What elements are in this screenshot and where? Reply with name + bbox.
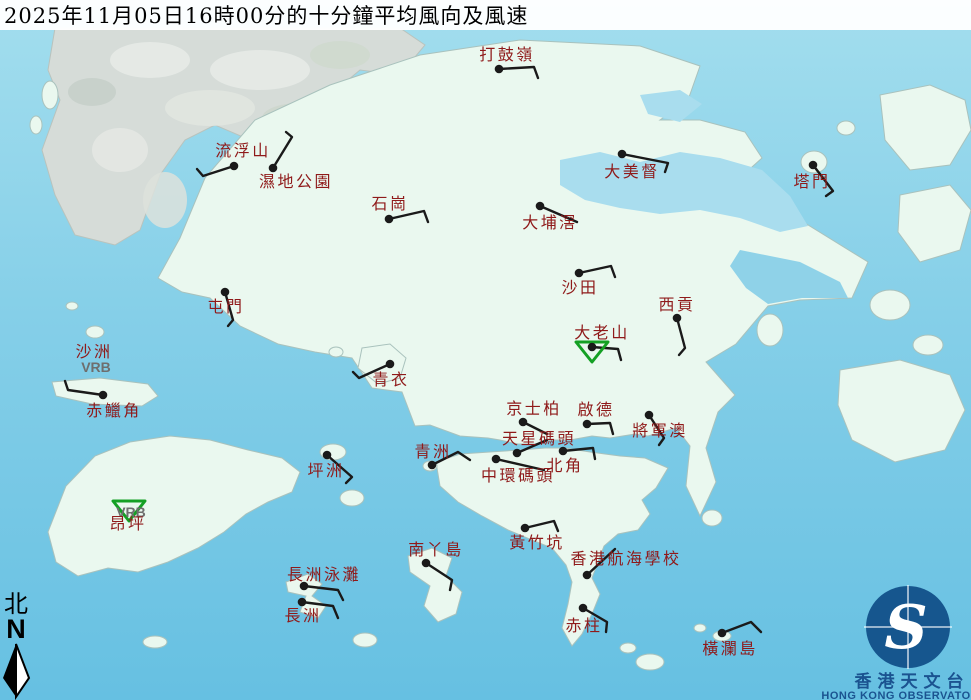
map-title: 2025年11月05日16時00分的十分鐘平均風向及風速 <box>0 0 528 30</box>
station-dot[interactable] <box>536 202 545 211</box>
station-dot[interactable] <box>99 391 108 400</box>
station-dot[interactable] <box>519 418 528 427</box>
station-dot[interactable] <box>583 571 592 580</box>
title-bar: 2025年11月05日16時00分的十分鐘平均風向及風速 <box>0 0 971 30</box>
hko-logo-en: HONG KONG OBSERVATORY <box>821 690 971 700</box>
station-name-label[interactable]: 濕地公園 <box>259 172 333 191</box>
station-dot[interactable] <box>230 162 239 171</box>
station-dot[interactable] <box>495 65 504 74</box>
station-name-label[interactable]: 塔門 <box>793 172 830 191</box>
station-name-label[interactable]: 沙洲 <box>75 342 112 361</box>
station-name-label[interactable]: 西貢 <box>658 295 695 314</box>
hko-logo-swirl-icon: S <box>884 593 927 663</box>
station-name-label[interactable]: 香港航海學校 <box>570 549 681 568</box>
station-name-label[interactable]: 流浮山 <box>215 141 271 160</box>
station-沙洲[interactable]: VRB沙洲 <box>75 342 112 375</box>
station-dot[interactable] <box>718 629 727 638</box>
station-name-label[interactable]: 赤鱲角 <box>86 401 142 420</box>
island <box>42 81 58 109</box>
north-compass: 北 N <box>3 590 29 697</box>
station-name-label[interactable]: 京士柏 <box>506 399 562 418</box>
station-昂坪[interactable]: VRB昂坪 <box>109 501 146 533</box>
station-name-label[interactable]: 天星碼頭 <box>502 429 576 448</box>
station-name-label[interactable]: 南丫島 <box>408 540 464 559</box>
station-name-label[interactable]: 大老山 <box>574 323 630 342</box>
station-dot[interactable] <box>269 164 278 173</box>
station-name-label[interactable]: 打鼓嶺 <box>479 45 535 64</box>
station-dot[interactable] <box>579 604 588 613</box>
station-name-label[interactable]: 中環碼頭 <box>481 466 555 485</box>
station-name-label[interactable]: 青洲 <box>414 442 451 461</box>
station-name-label[interactable]: 屯門 <box>207 297 244 316</box>
station-dot[interactable] <box>385 215 394 224</box>
station-dot[interactable] <box>809 161 818 170</box>
station-dot[interactable] <box>513 449 522 458</box>
station-name-label[interactable]: 大美督 <box>604 162 660 181</box>
station-name-label[interactable]: 黃竹坑 <box>509 533 565 552</box>
station-dot[interactable] <box>492 455 501 464</box>
station-dot[interactable] <box>588 343 597 352</box>
station-dot[interactable] <box>422 559 431 568</box>
station-dot[interactable] <box>618 150 627 159</box>
station-dot[interactable] <box>221 288 230 297</box>
station-name-label[interactable]: 沙田 <box>561 278 598 297</box>
station-dot[interactable] <box>645 411 654 420</box>
vrb-label: VRB <box>81 359 111 375</box>
station-name-label[interactable]: 長洲泳灘 <box>287 565 361 584</box>
station-dot[interactable] <box>298 598 307 607</box>
station-name-label[interactable]: 啟德 <box>577 400 614 419</box>
station-name-label[interactable]: 石崗 <box>371 194 408 213</box>
station-dot[interactable] <box>559 447 568 456</box>
station-name-label[interactable]: 橫瀾島 <box>702 639 758 658</box>
station-dot[interactable] <box>323 451 332 460</box>
station-name-label[interactable]: 長洲 <box>284 606 321 625</box>
station-dot[interactable] <box>673 314 682 323</box>
station-name-label[interactable]: 青衣 <box>372 370 409 389</box>
station-name-label[interactable]: 將軍澳 <box>632 421 688 440</box>
station-name-label[interactable]: 赤柱 <box>565 616 602 635</box>
wind-map: 打鼓嶺流浮山濕地公園 大美督塔門石崗大埔滘沙田西貢 屯門 VRB沙洲赤鱲角 大老山青衣京… <box>0 0 971 700</box>
station-dot[interactable] <box>428 461 437 470</box>
island <box>30 116 42 134</box>
hong-kong-map: 打鼓嶺流浮山濕地公園 大美督塔門石崗大埔滘沙田西貢 屯門 VRB沙洲赤鱲角 大老山青衣京… <box>0 0 971 700</box>
station-name-label[interactable]: 坪洲 <box>307 461 344 480</box>
hko-logo-zh: 香港天文台 <box>855 671 970 692</box>
station-dot[interactable] <box>521 524 530 533</box>
station-name-label[interactable]: 大埔滘 <box>522 213 578 232</box>
station-dot[interactable] <box>386 360 395 369</box>
station-dot[interactable] <box>583 420 592 429</box>
station-dot[interactable] <box>575 269 584 278</box>
station-name-label[interactable]: 昂坪 <box>109 514 146 533</box>
compass-n-label: N <box>6 614 26 644</box>
